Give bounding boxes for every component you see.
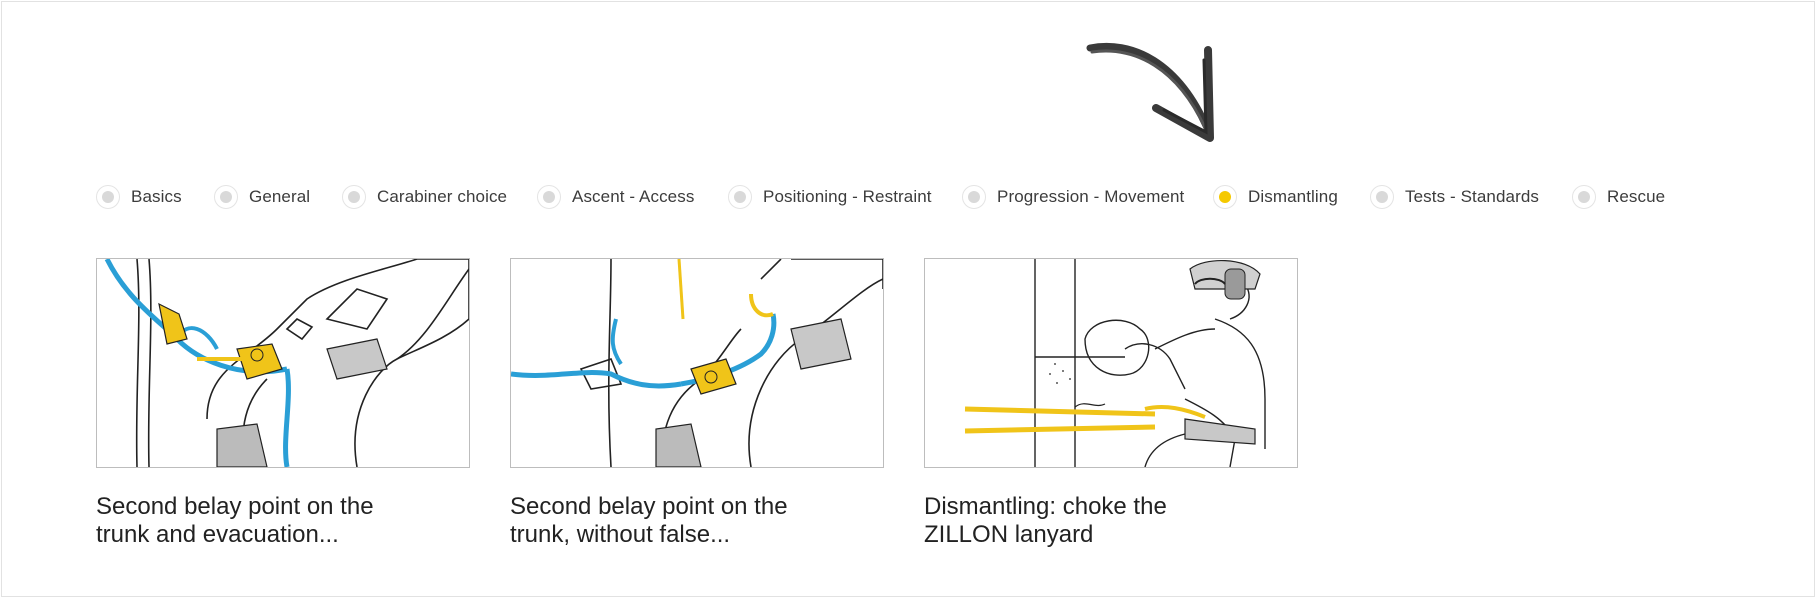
caption-line: trunk and evacuation... [96, 521, 339, 548]
filter-general[interactable]: General [214, 182, 310, 212]
caption-line: Second belay point on the [510, 493, 788, 520]
card-illustration[interactable] [96, 258, 470, 468]
card-illustration[interactable] [510, 258, 884, 468]
filter-positioning-restraint[interactable]: Positioning - Restraint [728, 182, 932, 212]
radio-dot-icon [728, 185, 752, 209]
caption-line: trunk, without false... [510, 521, 731, 548]
filter-label: Dismantling [1248, 187, 1338, 206]
radio-dot-icon [537, 185, 561, 209]
technique-card[interactable]: Second belay point on the trunk and evac… [96, 258, 470, 549]
filter-progression-movement[interactable]: Progression - Movement [962, 182, 1184, 212]
card-caption[interactable]: Second belay point on the trunk and evac… [96, 493, 396, 549]
radio-dot-icon [1213, 185, 1237, 209]
filter-dismantling[interactable]: Dismantling [1213, 182, 1338, 212]
card-caption[interactable]: Dismantling: choke the ZILLON lanyard [924, 493, 1224, 549]
caption-line: ZILLON lanyard [924, 521, 1094, 548]
filter-carabiner-choice[interactable]: Carabiner choice [342, 182, 507, 212]
card-caption[interactable]: Second belay point on the trunk, without… [510, 493, 810, 549]
radio-dot-icon [342, 185, 366, 209]
filter-rescue[interactable]: Rescue [1572, 182, 1665, 212]
radio-dot-icon [214, 185, 238, 209]
filter-label: Carabiner choice [377, 187, 508, 206]
radio-dot-icon [1572, 185, 1596, 209]
radio-dot-icon [96, 185, 120, 209]
caption-line: Second belay point on the [96, 493, 374, 520]
filter-label: Rescue [1607, 187, 1666, 206]
filter-label: Basics [131, 187, 182, 206]
filter-label: Progression - Movement [997, 187, 1185, 206]
filter-tests-standards[interactable]: Tests - Standards [1370, 182, 1539, 212]
filter-label: Ascent - Access [572, 187, 695, 206]
filter-label: Tests - Standards [1405, 187, 1539, 206]
card-illustration[interactable] [924, 258, 1298, 468]
radio-dot-icon [962, 185, 986, 209]
filter-ascent-access[interactable]: Ascent - Access [537, 182, 694, 212]
filter-basics[interactable]: Basics [96, 182, 182, 212]
technique-card[interactable]: Dismantling: choke the ZILLON lanyard [924, 258, 1298, 549]
radio-dot-icon [1370, 185, 1394, 209]
caption-line: Dismantling: choke the [924, 493, 1167, 520]
filter-label: Positioning - Restraint [763, 187, 932, 206]
technique-card[interactable]: Second belay point on the trunk, without… [510, 258, 884, 549]
filter-label: General [249, 187, 311, 206]
hand-drawn-arrow-icon [1086, 42, 1214, 142]
